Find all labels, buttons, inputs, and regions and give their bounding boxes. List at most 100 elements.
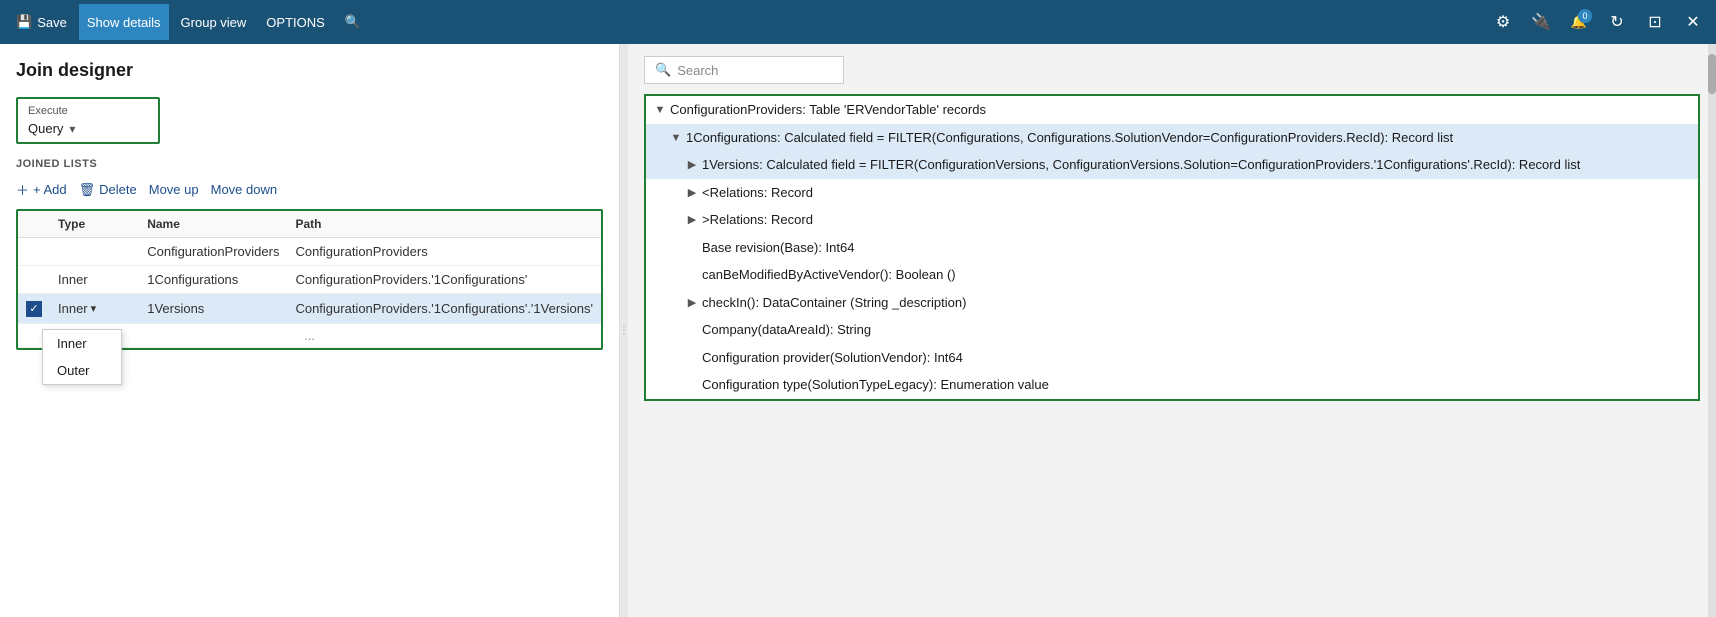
show-details-button[interactable]: Show details bbox=[79, 4, 169, 40]
tree-toggle-icon bbox=[684, 375, 700, 377]
save-button[interactable]: 💾 Save bbox=[8, 4, 75, 40]
tree-toggle-icon: ▼ bbox=[668, 128, 684, 147]
checkmark-icon: ✓ bbox=[26, 301, 42, 317]
extension-icon-btn[interactable]: 🔌 bbox=[1526, 7, 1556, 37]
join-table: Type Name Path ConfigurationProviders Co… bbox=[18, 211, 601, 348]
tree-item-text: >Relations: Record bbox=[702, 210, 813, 230]
tree-item[interactable]: Company(dataAreaId): String bbox=[646, 316, 1698, 344]
tree-item[interactable]: canBeModifiedByActiveVendor(): Boolean (… bbox=[646, 261, 1698, 289]
toolbar-right-icons: ⚙ 🔌 🔔 0 ↻ ⊡ ✕ bbox=[1488, 7, 1708, 37]
notification-badge: 0 bbox=[1578, 9, 1592, 23]
table-row[interactable]: ConfigurationProviders ConfigurationProv… bbox=[18, 238, 601, 266]
tree-toggle-icon: ▶ bbox=[684, 183, 700, 202]
execute-dropdown-arrow: ▾ bbox=[69, 122, 75, 136]
join-table-wrapper: Type Name Path ConfigurationProviders Co… bbox=[16, 209, 603, 350]
notification-icon-btn[interactable]: 🔔 0 bbox=[1564, 7, 1594, 37]
row-name: ConfigurationProviders bbox=[139, 238, 287, 266]
tree-item-text: 1Versions: Calculated field = FILTER(Con… bbox=[702, 155, 1580, 175]
type-value: Inner bbox=[58, 301, 88, 316]
execute-dropdown[interactable]: Query ▾ bbox=[28, 121, 148, 136]
left-panel: Join designer Execute Query ▾ JOINED LIS… bbox=[0, 44, 620, 617]
detach-icon-btn[interactable]: ⊡ bbox=[1640, 7, 1670, 37]
row-check bbox=[18, 266, 50, 294]
close-icon-btn[interactable]: ✕ bbox=[1678, 7, 1708, 37]
delete-button[interactable]: 🗑 Delete bbox=[79, 180, 137, 200]
tree-item[interactable]: ▼ ConfigurationProviders: Table 'ERVendo… bbox=[646, 96, 1698, 124]
joined-lists-label: JOINED LISTS bbox=[16, 158, 603, 170]
tree-item-text: Base revision(Base): Int64 bbox=[702, 238, 854, 258]
row-check bbox=[18, 238, 50, 266]
add-icon: ＋ bbox=[16, 180, 29, 199]
tree-item[interactable]: ▶ checkIn(): DataContainer (String _desc… bbox=[646, 289, 1698, 317]
type-dropdown-popup: Inner Outer bbox=[42, 329, 122, 385]
col-type: Type bbox=[50, 211, 139, 238]
dropdown-item-outer[interactable]: Outer bbox=[43, 357, 121, 384]
row-path: ConfigurationProviders.'1Configurations'… bbox=[287, 294, 601, 324]
main-area: Join designer Execute Query ▾ JOINED LIS… bbox=[0, 44, 1716, 617]
toolbar: 💾 Save Show details Group view OPTIONS 🔍… bbox=[0, 0, 1716, 44]
tree-item-text: 1Configurations: Calculated field = FILT… bbox=[686, 128, 1453, 148]
tree-item-text: Company(dataAreaId): String bbox=[702, 320, 871, 340]
row-type bbox=[50, 238, 139, 266]
move-up-button[interactable]: Move up bbox=[149, 180, 199, 199]
tree-item[interactable]: Base revision(Base): Int64 bbox=[646, 234, 1698, 262]
tree-item-text: Configuration provider(SolutionVendor): … bbox=[702, 348, 963, 368]
execute-label: Execute bbox=[28, 105, 148, 117]
tree-toggle-icon bbox=[684, 320, 700, 322]
tree-toggle-icon bbox=[684, 348, 700, 350]
tree-item-text: Configuration type(SolutionTypeLegacy): … bbox=[702, 375, 1049, 395]
type-dropdown[interactable]: Inner ▾ bbox=[58, 301, 131, 316]
row-type-dropdown[interactable]: Inner ▾ bbox=[50, 294, 139, 324]
row-type: Inner bbox=[50, 266, 139, 294]
col-name: Name bbox=[139, 211, 287, 238]
tree-item-text: canBeModifiedByActiveVendor(): Boolean (… bbox=[702, 265, 956, 285]
scrollbar-thumb bbox=[1708, 54, 1716, 94]
list-toolbar: ＋ + Add 🗑 Delete Move up Move down bbox=[16, 178, 603, 201]
row-path: ConfigurationProviders bbox=[287, 238, 601, 266]
options-button[interactable]: OPTIONS bbox=[258, 4, 333, 40]
col-path: Path bbox=[287, 211, 601, 238]
tree-item[interactable]: Configuration type(SolutionTypeLegacy): … bbox=[646, 371, 1698, 399]
move-down-button[interactable]: Move down bbox=[211, 180, 277, 199]
tree-container: ▼ ConfigurationProviders: Table 'ERVendo… bbox=[644, 94, 1700, 401]
tree-item[interactable]: Configuration provider(SolutionVendor): … bbox=[646, 344, 1698, 372]
page-title: Join designer bbox=[16, 60, 603, 81]
row-check: ✓ bbox=[18, 294, 50, 324]
table-row[interactable]: Inner 1Configurations ConfigurationProvi… bbox=[18, 266, 601, 294]
tree-item[interactable]: ▶ <Relations: Record bbox=[646, 179, 1698, 207]
delete-icon: 🗑 bbox=[79, 182, 96, 198]
tree-toggle-icon bbox=[684, 238, 700, 240]
tree-toggle-icon bbox=[684, 265, 700, 267]
tree-item-text: checkIn(): DataContainer (String _descri… bbox=[702, 293, 966, 313]
row-name: 1Configurations bbox=[139, 266, 287, 294]
tree-toggle-icon: ▼ bbox=[652, 100, 668, 119]
tree-item-text: <Relations: Record bbox=[702, 183, 813, 203]
tree-item[interactable]: ▼ 1Configurations: Calculated field = FI… bbox=[646, 124, 1698, 152]
refresh-icon-btn[interactable]: ↻ bbox=[1602, 7, 1632, 37]
tree-item-text: ConfigurationProviders: Table 'ERVendorT… bbox=[670, 100, 986, 120]
vertical-scrollbar[interactable] bbox=[1708, 44, 1716, 617]
execute-value: Query bbox=[28, 121, 63, 136]
toolbar-search-icon: 🔍 bbox=[345, 14, 361, 30]
row-name: 1Versions bbox=[139, 294, 287, 324]
tree-toggle-icon: ▶ bbox=[684, 210, 700, 229]
add-button[interactable]: ＋ + Add bbox=[16, 178, 67, 201]
search-box-placeholder: Search bbox=[677, 63, 718, 78]
save-icon: 💾 bbox=[16, 14, 32, 30]
col-check bbox=[18, 211, 50, 238]
right-panel: 🔍 Search ▼ ConfigurationProviders: Table… bbox=[628, 44, 1716, 617]
dropdown-item-inner[interactable]: Inner bbox=[43, 330, 121, 357]
table-row-selected[interactable]: ✓ Inner ▾ 1Versions ConfigurationProvide… bbox=[18, 294, 601, 324]
settings-icon-btn[interactable]: ⚙ bbox=[1488, 7, 1518, 37]
type-dropdown-arrow-icon: ▾ bbox=[91, 302, 97, 315]
row-path: ConfigurationProviders.'1Configurations' bbox=[287, 266, 601, 294]
execute-section: Execute Query ▾ bbox=[16, 97, 160, 144]
search-box-icon: 🔍 bbox=[655, 62, 671, 78]
toolbar-search-button[interactable]: 🔍 bbox=[337, 4, 369, 40]
panel-resize-handle[interactable]: ⋮ bbox=[620, 44, 628, 617]
group-view-button[interactable]: Group view bbox=[173, 4, 255, 40]
search-box[interactable]: 🔍 Search bbox=[644, 56, 844, 84]
tree-toggle-icon: ▶ bbox=[684, 155, 700, 174]
tree-item[interactable]: ▶ 1Versions: Calculated field = FILTER(C… bbox=[646, 151, 1698, 179]
tree-item[interactable]: ▶ >Relations: Record bbox=[646, 206, 1698, 234]
